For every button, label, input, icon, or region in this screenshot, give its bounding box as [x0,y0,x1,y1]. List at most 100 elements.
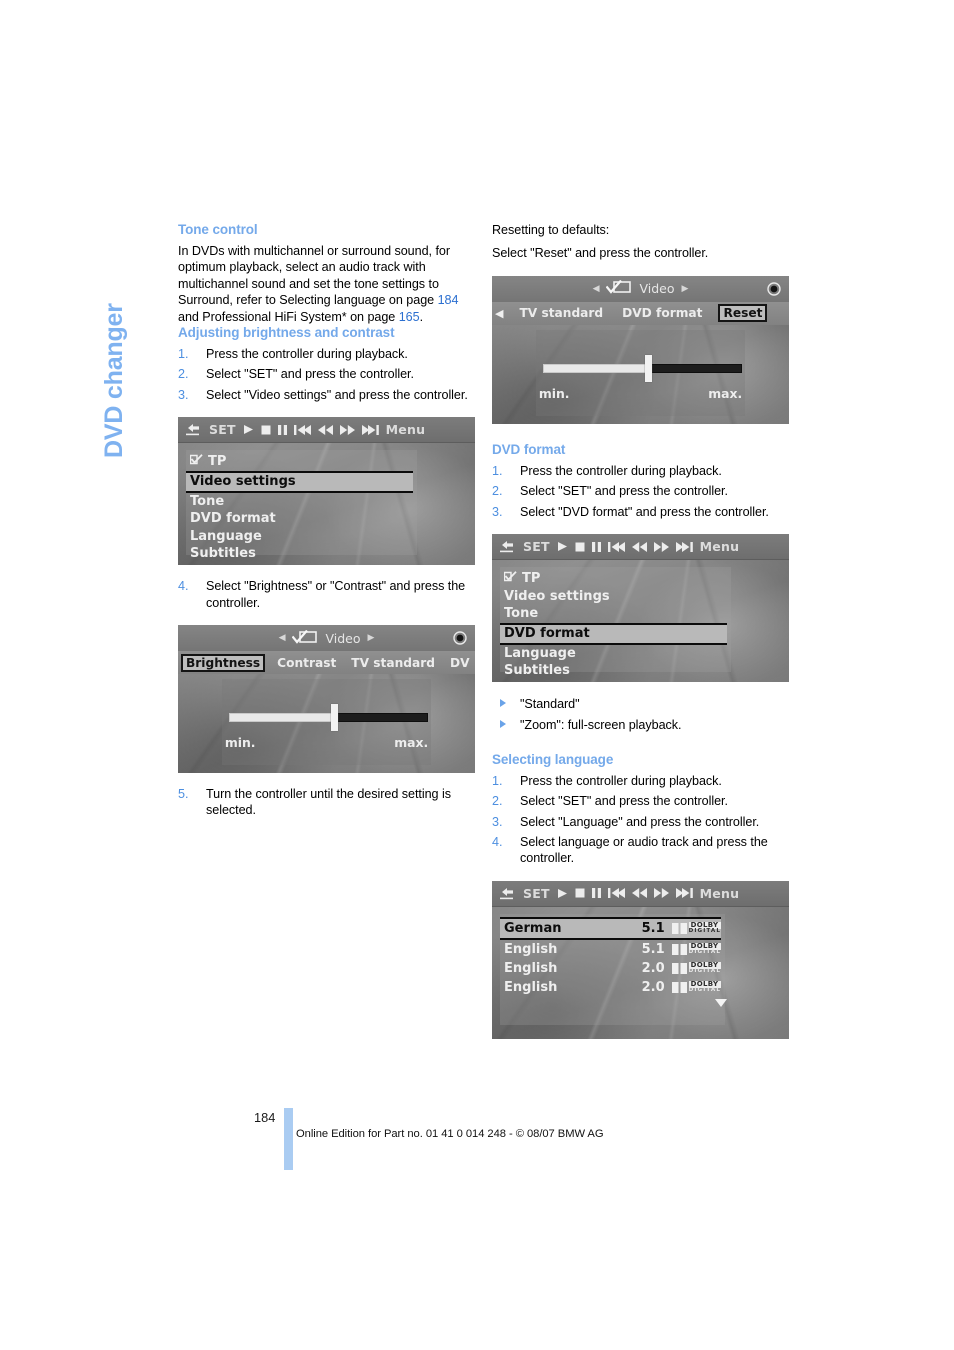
dolby-line-2: DIGITAL [688,928,721,935]
stop-icon[interactable] [575,542,585,552]
list-item-video-settings[interactable]: Video settings [500,588,727,606]
bullet-text: "Zoom": full-screen playback. [520,718,682,733]
list-item-subtitles[interactable]: Subtitles [500,662,727,680]
slider-remaining-portion [646,363,743,373]
toolbar-set-label[interactable]: SET [523,539,550,554]
language-row[interactable]: English 5.1 DOLBY DIGITAL [500,940,721,959]
step-number: 4. [492,835,503,850]
slider-filled-portion [229,713,333,723]
stop-icon[interactable] [575,888,585,898]
dvd-format-options: "Standard" "Zoom": full-screen playback. [492,696,789,734]
play-icon[interactable] [557,541,568,552]
bullet-text: "Standard" [520,697,580,712]
page-ref-184[interactable]: 184 [438,293,459,307]
chapter-title: DVD changer [100,303,128,458]
tab-reset[interactable]: Reset [718,304,768,323]
tab-contrast[interactable]: Contrast [274,655,339,671]
video-mode-icon [606,280,632,297]
list-item-tone[interactable]: Tone [186,493,413,511]
slider-track[interactable] [229,713,429,723]
right-chevron-icon[interactable]: ▶ [682,284,689,294]
triangle-bullet-icon [500,720,506,729]
stop-icon[interactable] [261,425,271,435]
slider-labels: min. max. [225,735,428,750]
previous-track-icon[interactable] [607,541,625,552]
step-item: 2. Select "SET" and press the controller… [492,793,789,809]
list-item-tp[interactable]: TP [500,570,727,588]
list-item-dvd-format[interactable]: DVD format [186,510,413,528]
left-chevron-icon[interactable]: ◀ [593,284,600,294]
next-track-icon[interactable] [675,541,693,552]
language-row[interactable]: German 5.1 DOLBY DIGITAL [500,916,721,940]
bullet-item: "Zoom": full-screen playback. [492,717,789,733]
toolbar-menu-label[interactable]: Menu [386,422,426,437]
pause-icon[interactable] [591,888,601,899]
left-chevron-icon[interactable]: ◀ [279,633,286,643]
step-number: 3. [178,387,189,402]
language-name: English [504,979,558,995]
language-row[interactable]: English 2.0 DOLBY DIGITAL [500,959,721,978]
tone-text-part-2: and Professional HiFi System* on page [178,309,399,324]
tab-tv-standard[interactable]: TV standard [348,655,438,671]
tab-brightness[interactable]: Brightness [181,653,266,672]
paragraph-tone-control: In DVDs with multichannel or surround so… [178,243,475,325]
fast-forward-icon[interactable] [339,424,355,435]
language-row[interactable]: English 2.0 DOLBY DIGITAL [500,978,721,997]
rewind-icon[interactable] [631,541,647,552]
pause-icon[interactable] [277,424,287,435]
play-icon[interactable] [557,888,568,899]
slider-knob[interactable] [644,354,652,382]
step-item: 3. Select "Video settings" and press the… [178,387,475,403]
checkbox-icon [503,570,517,588]
manual-page: DVD changer Tone control In DVDs with mu… [0,0,954,1350]
list-item-dvd-format[interactable]: DVD format [500,622,727,645]
tone-text-part-1: In DVDs with multichannel or surround so… [178,244,450,308]
toolbar-menu-label[interactable]: Menu [700,539,740,554]
toolbar-menu-label[interactable]: Menu [700,886,740,901]
list-item-video-settings[interactable]: Video settings [186,470,413,493]
reset-slider[interactable]: min. max. [530,338,751,410]
list-item-subtitles[interactable]: Subtitles [186,545,413,563]
language-name: English [504,960,558,976]
play-icon[interactable] [243,424,254,435]
rewind-icon[interactable] [317,424,333,435]
next-track-icon[interactable] [361,424,379,435]
back-arrow-icon[interactable] [499,540,516,553]
scroll-down-caret-icon[interactable] [715,998,727,1007]
toolbar-set-label[interactable]: SET [523,886,550,901]
list-item-language[interactable]: Language [186,528,413,546]
tabs-scroll-left-icon[interactable]: ◀ [495,307,503,320]
step-number: 3. [492,814,503,829]
back-arrow-icon[interactable] [185,423,202,436]
toolbar-set-label[interactable]: SET [209,422,236,437]
reset-intro-line: Resetting to defaults: [492,223,610,237]
fast-forward-icon[interactable] [653,541,669,552]
step-item: 5. Turn the controller until the desired… [178,786,475,819]
slider-filled-portion [543,363,647,373]
brightness-slider[interactable]: min. max. [216,687,437,759]
language-list: German 5.1 DOLBY DIGITAL English 5.1 DOL… [500,916,727,1007]
tab-tv-standard[interactable]: TV standard [516,305,606,321]
previous-track-icon[interactable] [607,888,625,899]
heading-selecting-language: Selecting language [492,751,614,767]
rewind-icon[interactable] [631,888,647,899]
list-item-tp[interactable]: TP [186,453,413,471]
back-arrow-icon[interactable] [499,887,516,900]
idrive-tab-row: ◀ TV standard DVD format Reset [492,301,789,325]
titlebar-title: Video [639,281,675,297]
next-track-icon[interactable] [675,888,693,899]
page-ref-165[interactable]: 165 [399,310,420,324]
controller-icon [452,631,468,645]
tab-dvd-partial[interactable]: DV [447,655,473,671]
slider-knob[interactable] [330,704,338,732]
list-item-language[interactable]: Language [500,645,727,663]
slider-min-label: min. [224,735,256,751]
pause-icon[interactable] [591,541,601,552]
right-chevron-icon[interactable]: ▶ [368,633,375,643]
previous-track-icon[interactable] [293,424,311,435]
fast-forward-icon[interactable] [653,888,669,899]
slider-track[interactable] [543,363,743,373]
list-item-tone[interactable]: Tone [500,605,727,623]
right-column: Resetting to defaults: Select "Reset" an… [492,222,789,1039]
tab-dvd-format[interactable]: DVD format [619,305,705,321]
